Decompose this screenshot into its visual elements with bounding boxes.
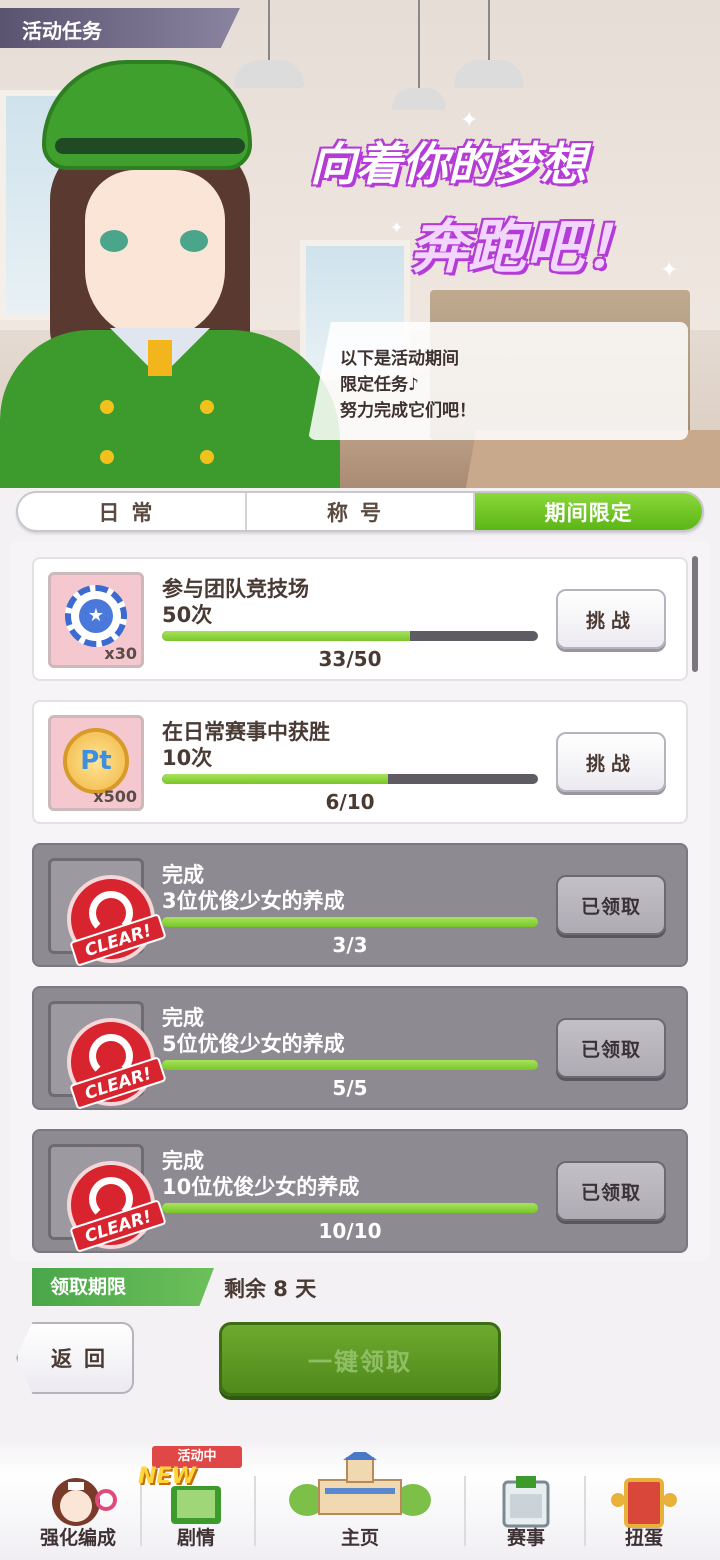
back-button[interactable]: 返回 <box>16 1322 134 1394</box>
mission-title-line2: 10位优俊少女的养成 <box>162 1175 360 1199</box>
nav-label: 主页 <box>340 1527 379 1549</box>
claimed-button[interactable]: 已领取 <box>556 1161 666 1221</box>
character-portrait <box>0 20 340 488</box>
nav-item-home[interactable]: 主页 <box>262 1452 458 1552</box>
mission-tabs: 日常 称号 期间限定 <box>16 491 704 532</box>
mission-item: ★ x30 参与团队竞技场 50次 33/50 挑战 <box>32 557 688 681</box>
sparkle-icon: ✦ <box>660 258 679 283</box>
clear-stamp-icon: CLEAR! <box>67 875 167 967</box>
event-banner: 向着你的梦想 奔跑吧！ ✦ ✦ ✦ 以下是活动期间 限定任务♪ 努力完成它们吧！ <box>0 0 720 488</box>
mission-item: CLEAR! 完成 3位优俊少女的养成 3/3 已领取 <box>32 843 688 967</box>
deadline-remaining: 剩余 8 天 <box>224 1277 317 1301</box>
claimed-button[interactable]: 已领取 <box>556 875 666 935</box>
new-badge: NEW <box>138 1464 196 1489</box>
page-title: 活动任务 <box>22 19 102 43</box>
reward-item: CLEAR! <box>48 1001 167 1110</box>
reward-item[interactable]: ★ x30 <box>48 572 144 668</box>
event-logo: 向着你的梦想 奔跑吧！ ✦ ✦ ✦ <box>300 108 700 288</box>
tab-title[interactable]: 称号 <box>247 493 476 530</box>
progress-bar <box>162 1060 538 1070</box>
event-logo-line2: 奔跑吧！ <box>410 213 643 281</box>
speech-line: 以下是活动期间 <box>340 349 459 369</box>
progress-text: 33/50 <box>318 647 382 671</box>
progress-bar <box>162 774 538 784</box>
nav-item-race[interactable]: 赛事 <box>472 1472 580 1552</box>
progress-text: 6/10 <box>325 790 375 814</box>
event-logo-line1: 向着你的梦想 <box>310 137 586 191</box>
pt-coin-icon: Pt <box>63 728 129 794</box>
reward-quantity: x500 <box>93 787 137 806</box>
nav-label: 剧情 <box>176 1527 215 1549</box>
reward-item: CLEAR! <box>48 1144 167 1253</box>
mission-item: CLEAR! 完成 10位优俊少女的养成 10/10 已领取 <box>32 1129 688 1253</box>
mission-item: CLEAR! 完成 5位优俊少女的养成 5/5 已领取 <box>32 986 688 1110</box>
reward-item: CLEAR! <box>48 858 167 967</box>
progress-text: 3/3 <box>332 933 368 957</box>
tab-daily[interactable]: 日常 <box>18 493 247 530</box>
clear-stamp-icon: CLEAR! <box>67 1018 167 1110</box>
mission-title-line2: 3位优俊少女的养成 <box>162 889 345 913</box>
progress-bar <box>162 631 538 641</box>
deadline-label: 领取期限 <box>32 1268 214 1306</box>
nav-item-gacha[interactable]: 扭蛋 <box>590 1472 698 1552</box>
tab-limited[interactable]: 期间限定 <box>475 493 702 530</box>
nav-label: 扭蛋 <box>624 1527 663 1549</box>
claimed-button[interactable]: 已领取 <box>556 1018 666 1078</box>
claim-all-button[interactable]: 一键领取 <box>219 1322 501 1396</box>
clear-stamp-icon: CLEAR! <box>67 1161 167 1253</box>
progress-text: 5/5 <box>332 1076 368 1100</box>
ceiling-lamp <box>392 88 446 110</box>
nav-item-enhance[interactable]: 强化编成 <box>22 1472 134 1552</box>
page-title-tab: 活动任务 <box>0 8 240 48</box>
mission-item: Pt x500 在日常赛事中获胜 10次 6/10 挑战 <box>32 700 688 824</box>
mission-title-line2: 50次 <box>162 603 213 627</box>
reward-quantity: x30 <box>104 644 137 663</box>
progress-bar <box>162 1203 538 1213</box>
scrollbar[interactable] <box>692 556 698 672</box>
ceiling-lamp <box>454 60 524 88</box>
challenge-button[interactable]: 挑战 <box>556 589 666 649</box>
progress-text: 10/10 <box>318 1219 382 1243</box>
reward-item[interactable]: Pt x500 <box>48 715 144 811</box>
speech-bubble: 以下是活动期间 限定任务♪ 努力完成它们吧！ <box>308 322 688 440</box>
coin-icon: ★ <box>65 585 127 647</box>
mission-title-line2: 5位优俊少女的养成 <box>162 1032 345 1056</box>
speech-line: 努力完成它们吧！ <box>340 401 476 421</box>
sparkle-icon: ✦ <box>460 108 479 133</box>
challenge-button[interactable]: 挑战 <box>556 732 666 792</box>
speech-line: 限定任务♪ <box>340 375 419 395</box>
nav-label: 强化编成 <box>39 1527 116 1549</box>
mission-title-line2: 10次 <box>162 746 213 770</box>
sparkle-icon: ✦ <box>390 218 404 237</box>
progress-bar <box>162 917 538 927</box>
nav-label: 赛事 <box>506 1527 545 1549</box>
school-building-icon <box>289 1452 431 1516</box>
